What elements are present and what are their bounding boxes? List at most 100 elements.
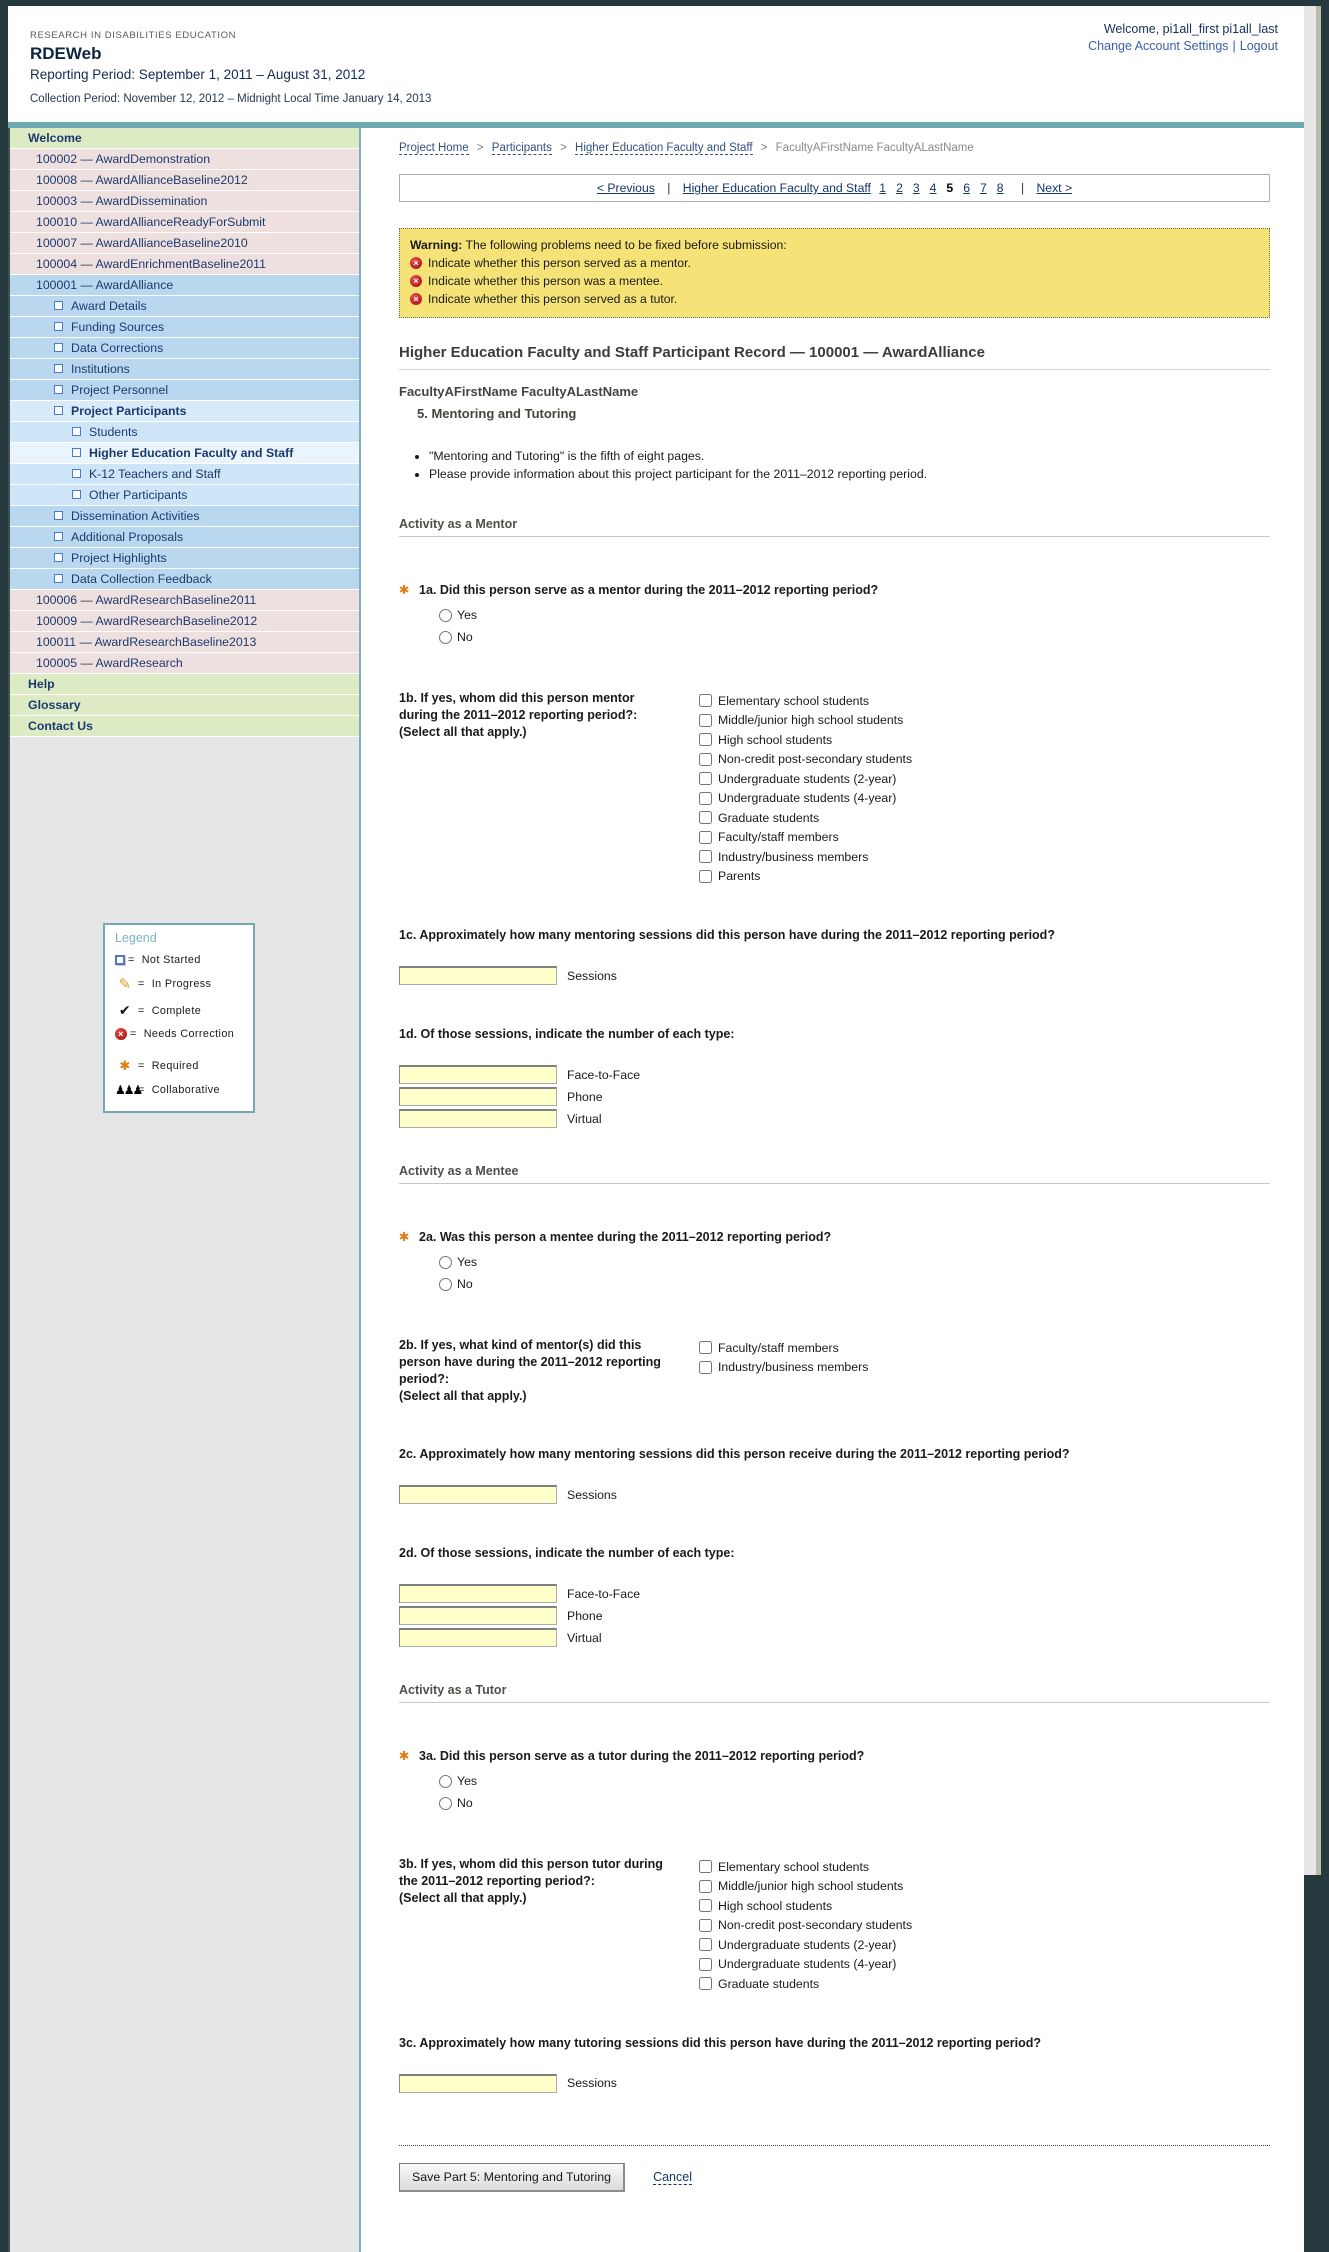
checkbox[interactable] bbox=[699, 830, 712, 844]
radio-button[interactable] bbox=[439, 1774, 452, 1788]
checkbox-option[interactable]: Undergraduate students (4-year) bbox=[699, 1955, 912, 1975]
checkbox-option[interactable]: Faculty/staff members bbox=[699, 828, 912, 848]
sidebar-item[interactable]: Additional Proposals bbox=[10, 527, 359, 548]
sidebar-item[interactable]: Institutions bbox=[10, 359, 359, 380]
checkbox[interactable] bbox=[699, 1360, 712, 1374]
sidebar-item[interactable]: 100008 — AwardAllianceBaseline2012 bbox=[10, 170, 359, 191]
checkbox[interactable] bbox=[699, 1918, 712, 1932]
sidebar-item[interactable]: 100006 — AwardResearchBaseline2011 bbox=[10, 590, 359, 611]
sidebar-item[interactable]: Project Highlights bbox=[10, 548, 359, 569]
page-number-link[interactable]: 7 bbox=[980, 181, 987, 195]
sessions-input-1c[interactable] bbox=[399, 966, 557, 985]
checkbox[interactable] bbox=[699, 772, 712, 786]
session-count-input[interactable] bbox=[399, 1087, 557, 1106]
session-count-input[interactable] bbox=[399, 1584, 557, 1603]
sidebar-item[interactable]: Funding Sources bbox=[10, 317, 359, 338]
change-account-settings-link[interactable]: Change Account Settings bbox=[1088, 39, 1228, 53]
checkbox[interactable] bbox=[699, 1977, 712, 1991]
checkbox[interactable] bbox=[699, 752, 712, 766]
checkbox-option[interactable]: Graduate students bbox=[699, 1974, 912, 1994]
checkbox[interactable] bbox=[699, 733, 712, 747]
radio-option[interactable]: Yes bbox=[439, 1251, 1270, 1273]
sidebar-item[interactable]: 100005 — AwardResearch bbox=[10, 653, 359, 674]
checkbox-option[interactable]: Non-credit post-secondary students bbox=[699, 1916, 912, 1936]
checkbox-option[interactable]: Middle/junior high school students bbox=[699, 1877, 912, 1897]
radio-button[interactable] bbox=[439, 608, 452, 622]
checkbox-option[interactable]: Graduate students bbox=[699, 808, 912, 828]
sidebar-item[interactable]: 100010 — AwardAllianceReadyForSubmit bbox=[10, 212, 359, 233]
sidebar-item[interactable]: Dissemination Activities bbox=[10, 506, 359, 527]
checkbox-option[interactable]: Middle/junior high school students bbox=[699, 711, 912, 731]
page-number-link[interactable]: 2 bbox=[896, 181, 903, 195]
checkbox-option[interactable]: Elementary school students bbox=[699, 691, 912, 711]
radio-option[interactable]: Yes bbox=[439, 1770, 1270, 1792]
checkbox-option[interactable]: Industry/business members bbox=[699, 847, 912, 867]
session-count-input[interactable] bbox=[399, 1109, 557, 1128]
breadcrumb-project-home[interactable]: Project Home bbox=[399, 142, 469, 155]
checkbox[interactable] bbox=[699, 1860, 712, 1874]
sidebar-item[interactable]: Other Participants bbox=[10, 485, 359, 506]
radio-button[interactable] bbox=[439, 1255, 452, 1269]
checkbox-option[interactable]: High school students bbox=[699, 1896, 912, 1916]
sidebar-item[interactable]: Help bbox=[10, 674, 359, 695]
checkbox[interactable] bbox=[699, 850, 712, 864]
sidebar-item[interactable]: Data Corrections bbox=[10, 338, 359, 359]
checkbox[interactable] bbox=[699, 791, 712, 805]
session-count-input[interactable] bbox=[399, 1628, 557, 1647]
sidebar-item[interactable]: 100007 — AwardAllianceBaseline2010 bbox=[10, 233, 359, 254]
sessions-input-2c[interactable] bbox=[399, 1485, 557, 1504]
sidebar-item[interactable]: Contact Us bbox=[10, 716, 359, 737]
previous-page-link[interactable]: < Previous bbox=[597, 181, 655, 195]
sidebar-item[interactable]: 100011 — AwardResearchBaseline2013 bbox=[10, 632, 359, 653]
sidebar-item[interactable]: 100001 — AwardAlliance bbox=[10, 275, 359, 296]
session-count-input[interactable] bbox=[399, 1606, 557, 1625]
checkbox[interactable] bbox=[699, 1957, 712, 1971]
page-number-link[interactable]: 8 bbox=[997, 181, 1004, 195]
next-page-link[interactable]: Next > bbox=[1037, 181, 1073, 195]
radio-option[interactable]: No bbox=[439, 1792, 1270, 1814]
checkbox-option[interactable]: Industry/business members bbox=[699, 1358, 868, 1378]
session-count-input[interactable] bbox=[399, 1065, 557, 1084]
sidebar-item[interactable]: K-12 Teachers and Staff bbox=[10, 464, 359, 485]
sidebar-item[interactable]: Award Details bbox=[10, 296, 359, 317]
checkbox-option[interactable]: Parents bbox=[699, 867, 912, 887]
checkbox[interactable] bbox=[699, 713, 712, 727]
checkbox[interactable] bbox=[699, 1341, 712, 1355]
page-number-link[interactable]: 6 bbox=[963, 181, 970, 195]
sidebar-item[interactable]: Glossary bbox=[10, 695, 359, 716]
checkbox-option[interactable]: Faculty/staff members bbox=[699, 1338, 868, 1358]
page-number-link[interactable]: 1 bbox=[879, 181, 886, 195]
checkbox[interactable] bbox=[699, 869, 712, 883]
page-number-link[interactable]: 3 bbox=[913, 181, 920, 195]
sidebar-item[interactable]: Data Collection Feedback bbox=[10, 569, 359, 590]
sidebar-item[interactable]: Students bbox=[10, 422, 359, 443]
sidebar-item[interactable]: 100009 — AwardResearchBaseline2012 bbox=[10, 611, 359, 632]
radio-option[interactable]: No bbox=[439, 626, 1270, 648]
radio-option[interactable]: Yes bbox=[439, 604, 1270, 626]
radio-button[interactable] bbox=[439, 1796, 452, 1810]
checkbox[interactable] bbox=[699, 1938, 712, 1952]
sidebar-item[interactable]: Project Participants bbox=[10, 401, 359, 422]
checkbox-option[interactable]: Elementary school students bbox=[699, 1857, 912, 1877]
checkbox[interactable] bbox=[699, 1899, 712, 1913]
radio-button[interactable] bbox=[439, 630, 452, 644]
checkbox-option[interactable]: Undergraduate students (2-year) bbox=[699, 1935, 912, 1955]
breadcrumb-participants[interactable]: Participants bbox=[491, 142, 552, 155]
checkbox[interactable] bbox=[699, 694, 712, 708]
save-button[interactable]: Save Part 5: Mentoring and Tutoring bbox=[399, 2162, 626, 2192]
sidebar-item[interactable]: 100002 — AwardDemonstration bbox=[10, 149, 359, 170]
breadcrumb-he-faculty-staff[interactable]: Higher Education Faculty and Staff bbox=[575, 142, 753, 155]
checkbox-option[interactable]: Undergraduate students (2-year) bbox=[699, 769, 912, 789]
sidebar-item[interactable]: Project Personnel bbox=[10, 380, 359, 401]
checkbox[interactable] bbox=[699, 1879, 712, 1893]
radio-button[interactable] bbox=[439, 1277, 452, 1291]
pager-section-link[interactable]: Higher Education Faculty and Staff bbox=[683, 181, 871, 195]
sessions-input-3c[interactable] bbox=[399, 2073, 557, 2093]
logout-link[interactable]: Logout bbox=[1240, 39, 1278, 53]
page-number-link[interactable]: 4 bbox=[930, 181, 937, 195]
checkbox-option[interactable]: Undergraduate students (4-year) bbox=[699, 789, 912, 809]
sidebar-item[interactable]: Welcome bbox=[10, 128, 359, 149]
sidebar-item[interactable]: 100003 — AwardDissemination bbox=[10, 191, 359, 212]
checkbox-option[interactable]: High school students bbox=[699, 730, 912, 750]
checkbox[interactable] bbox=[699, 811, 712, 825]
